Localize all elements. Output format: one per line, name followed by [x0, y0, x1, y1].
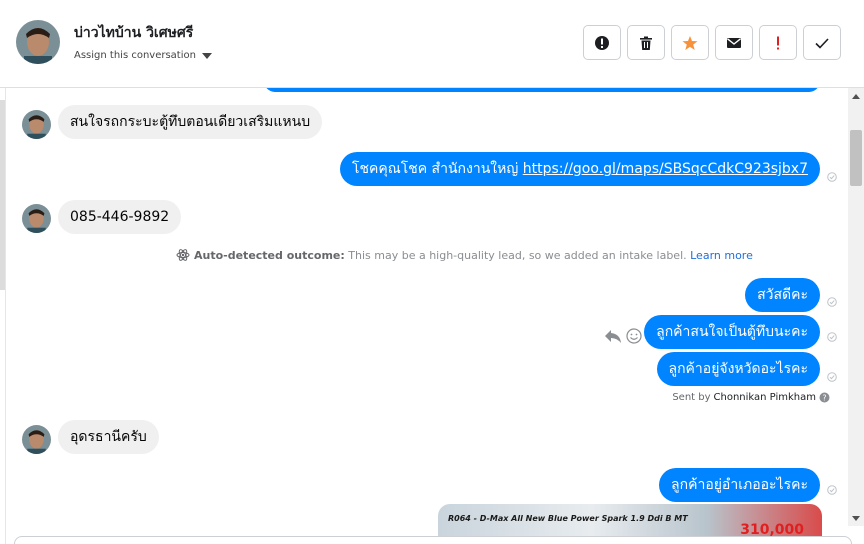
auto-detected-outcome-notice: Auto-detected outcome: This may be a hig…	[176, 248, 753, 262]
message-composer[interactable]	[14, 536, 852, 544]
svg-text:?: ?	[822, 394, 826, 403]
follow-up-button[interactable]	[759, 25, 797, 60]
scrollbar-thumb[interactable]	[850, 130, 862, 186]
message-thread[interactable]: สนใจรถกระบะตู้ทึบตอนเดียวเสริมแหนบ โชคคุ…	[6, 88, 848, 536]
help-icon[interactable]: ?	[819, 392, 830, 403]
outgoing-bubble[interactable]: ลูกค้าอยู่อำเภออะไรคะ	[659, 468, 820, 502]
learn-more-link[interactable]: Learn more	[690, 249, 753, 262]
check-icon	[815, 37, 829, 49]
sender-avatar	[22, 110, 51, 139]
sent-by-prefix: Sent by	[672, 392, 711, 403]
conversation-header: บ่าวไทบ้าน วิเศษศรี Assign this conversa…	[0, 0, 864, 88]
previous-outgoing-bubble	[264, 88, 820, 92]
exclamation-icon	[777, 36, 779, 49]
auto-outcome-text: This may be a high-quality lead, so we a…	[344, 248, 687, 262]
delete-button[interactable]	[627, 25, 665, 60]
scroll-up-arrow-icon[interactable]	[852, 94, 860, 99]
star-icon	[682, 35, 698, 50]
exclamation-circle-icon	[595, 35, 609, 50]
outgoing-text: โชคคุณโชค สำนักงานใหญ่	[351, 161, 523, 177]
emoji-reaction-icon[interactable]	[626, 328, 642, 344]
ad-image-caption: R064 - D-Max All New Blue Power Spark 1.…	[448, 514, 688, 523]
mark-unread-button[interactable]	[715, 25, 753, 60]
sent-by-agent-name: Chonnikan Pimkham	[713, 392, 816, 403]
reply-icon[interactable]	[604, 328, 622, 344]
ad-image-price: 310,000	[740, 522, 804, 536]
scroll-down-arrow-icon[interactable]	[852, 516, 860, 521]
seen-check-icon	[827, 297, 837, 307]
sent-by-line: Sent by Chonnikan Pimkham ?	[672, 392, 830, 403]
envelope-icon	[727, 37, 741, 48]
mark-done-button[interactable]	[803, 25, 841, 60]
sender-avatar	[22, 425, 51, 454]
sender-avatar	[22, 204, 51, 233]
seen-check-icon	[827, 485, 837, 495]
outgoing-bubble[interactable]: สวัสดีคะ	[745, 278, 820, 312]
seen-check-icon	[827, 332, 837, 342]
atom-icon	[176, 249, 190, 261]
seen-check-icon	[827, 172, 837, 182]
caret-down-icon	[201, 52, 212, 59]
thread-scrollbar[interactable]	[848, 88, 864, 526]
incoming-bubble[interactable]: อุดรธานีครับ	[58, 420, 159, 454]
conversation-toolbar	[583, 25, 841, 60]
outgoing-bubble[interactable]: โชคคุณโชค สำนักงานใหญ่ https://goo.gl/ma…	[339, 152, 820, 186]
mark-spam-button[interactable]	[583, 25, 621, 60]
star-button[interactable]	[671, 25, 709, 60]
shared-product-image[interactable]: R064 - D-Max All New Blue Power Spark 1.…	[438, 504, 822, 536]
contact-avatar[interactable]	[16, 20, 60, 64]
maps-link[interactable]: https://goo.gl/maps/SBSqcCdkC923sjbx7	[523, 161, 808, 177]
trash-icon	[640, 36, 652, 50]
contact-name[interactable]: บ่าวไทบ้าน วิเศษศรี	[74, 22, 193, 44]
assign-conversation-dropdown[interactable]: Assign this conversation	[74, 50, 212, 61]
incoming-bubble[interactable]: สนใจรถกระบะตู้ทึบตอนเดียวเสริมแหนบ	[58, 105, 323, 139]
auto-outcome-label: Auto-detected outcome:	[194, 248, 345, 262]
outgoing-bubble[interactable]: ลูกค้าสนใจเป็นตู้ทึบนะคะ	[644, 315, 820, 349]
assign-label: Assign this conversation	[74, 50, 196, 61]
message-hover-actions	[604, 328, 642, 344]
incoming-bubble[interactable]: 085-446-9892	[58, 200, 182, 234]
seen-check-icon	[827, 372, 837, 382]
outgoing-bubble[interactable]: ลูกค้าอยู่จังหวัดอะไรคะ	[656, 352, 820, 386]
